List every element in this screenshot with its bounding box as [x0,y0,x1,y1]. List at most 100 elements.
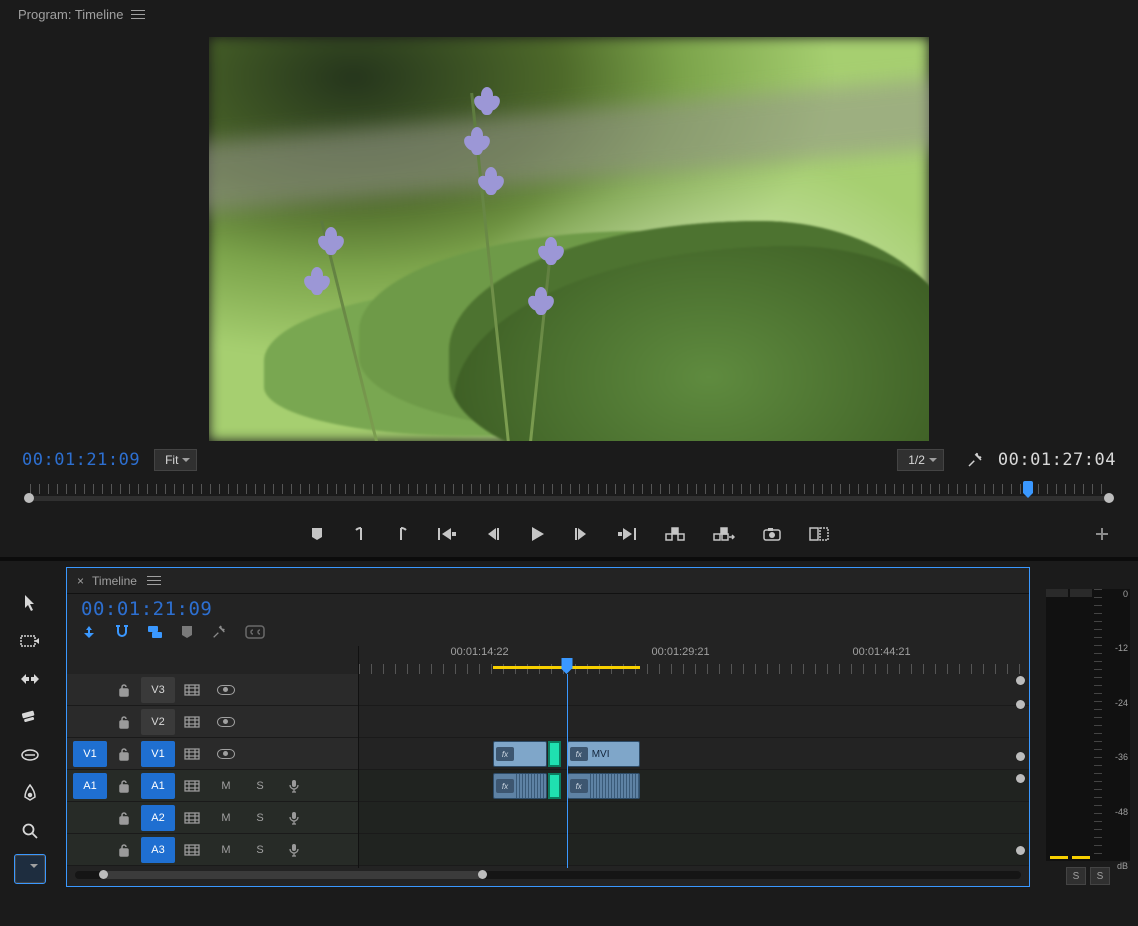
track-target[interactable]: A3 [141,837,175,863]
razor-tool[interactable] [15,703,45,731]
go-to-in-button[interactable] [437,527,457,541]
timeline-ruler[interactable]: 00:01:14:2200:01:29:2100:01:44:21 [359,646,1029,674]
lock-track-button[interactable] [107,843,141,857]
source-patch[interactable]: V1 [73,741,107,767]
track-row[interactable] [359,706,1029,738]
zoom-level-select[interactable]: Fit [154,449,197,471]
track-row[interactable] [359,738,1029,770]
play-button[interactable] [529,526,545,542]
hscroll-zoom-right[interactable] [478,870,487,879]
lock-track-button[interactable] [107,811,141,825]
sync-lock-button[interactable] [175,780,209,792]
add-marker-button[interactable] [309,526,325,542]
lift-button[interactable] [665,527,685,541]
timeline-settings-button[interactable] [211,624,227,640]
captions-toggle[interactable] [245,625,265,639]
markers-toggle[interactable] [181,625,193,639]
toggle-track-output[interactable] [209,717,243,727]
sync-lock-button[interactable] [175,748,209,760]
playhead-line[interactable] [567,674,568,868]
sync-lock-button[interactable] [175,812,209,824]
lock-track-button[interactable] [107,747,141,761]
insert-nest-toggle[interactable] [81,625,97,639]
mute-button[interactable]: M [209,780,243,792]
vscroll-marker[interactable] [1016,846,1025,855]
solo-left-button[interactable]: S [1066,867,1086,885]
timeline-timecode[interactable]: 00:01:21:09 [81,598,212,620]
toggle-track-output[interactable] [209,685,243,695]
go-to-out-button[interactable] [617,527,637,541]
zoom-tool[interactable] [15,817,45,845]
video-clip[interactable]: fx [493,741,547,767]
pen-tool[interactable] [15,779,45,807]
source-patch[interactable] [73,677,107,703]
track-target[interactable]: A2 [141,805,175,831]
source-patch[interactable] [73,837,107,863]
step-back-button[interactable] [485,527,501,541]
settings-wrench-icon[interactable] [966,451,984,469]
timeline-panel-menu[interactable] [145,572,163,589]
track-target[interactable]: V1 [141,741,175,767]
source-patch[interactable] [73,805,107,831]
lock-track-button[interactable] [107,683,141,697]
track-select-tool[interactable] [15,627,45,655]
edit-point-marker[interactable] [548,773,561,799]
program-playhead[interactable] [1023,481,1033,493]
audio-clip[interactable]: fx [493,773,547,799]
video-clip[interactable]: fxMVI [567,741,641,767]
sync-lock-button[interactable] [175,716,209,728]
scrubber-zoom-left[interactable] [24,493,34,503]
track-row[interactable] [359,770,1029,802]
track-target[interactable]: V3 [141,677,175,703]
program-panel-menu[interactable] [129,6,147,23]
vscroll-marker[interactable] [1016,700,1025,709]
vscroll-marker[interactable] [1016,774,1025,783]
solo-button[interactable]: S [243,844,277,856]
track-target[interactable]: V2 [141,709,175,735]
track-target[interactable]: A1 [141,773,175,799]
solo-button[interactable]: S [243,780,277,792]
voiceover-record-button[interactable] [277,843,311,857]
program-scrubber[interactable] [22,481,1116,511]
playback-resolution-select[interactable]: 1/2 [897,449,944,471]
timeline-hscroll[interactable] [75,871,1021,879]
edit-point-marker[interactable] [548,741,561,767]
track-row[interactable] [359,834,1029,866]
selection-tool[interactable] [15,589,45,617]
slip-tool[interactable] [15,741,45,769]
mute-button[interactable]: M [209,812,243,824]
source-patch[interactable] [73,709,107,735]
timeline-tab-label[interactable]: Timeline [92,574,137,588]
export-frame-button[interactable] [763,527,781,541]
track-row[interactable] [359,802,1029,834]
solo-right-button[interactable]: S [1090,867,1110,885]
audio-clip[interactable]: fx [567,773,641,799]
linked-selection-toggle[interactable] [147,625,163,639]
program-timecode-in[interactable]: 00:01:21:09 [22,450,140,470]
lock-track-button[interactable] [107,779,141,793]
program-monitor-video[interactable] [209,37,929,441]
solo-button[interactable]: S [243,812,277,824]
mark-in-button[interactable] [353,526,367,542]
sync-lock-button[interactable] [175,684,209,696]
source-patch[interactable]: A1 [73,773,107,799]
lock-track-button[interactable] [107,715,141,729]
mute-button[interactable]: M [209,844,243,856]
timeline-playhead[interactable] [561,658,572,669]
track-row[interactable] [359,674,1029,706]
vscroll-marker[interactable] [1016,752,1025,761]
button-editor[interactable] [1094,526,1110,542]
scrubber-zoom-right[interactable] [1104,493,1114,503]
extract-button[interactable] [713,527,735,541]
mark-out-button[interactable] [395,526,409,542]
toggle-track-output[interactable] [209,749,243,759]
sync-lock-button[interactable] [175,844,209,856]
type-tool[interactable] [15,855,45,883]
ripple-edit-tool[interactable] [15,665,45,693]
timeline-tab-close[interactable]: × [77,574,84,588]
timeline-track-area[interactable]: fxfxMVIfxfx [359,674,1029,868]
step-forward-button[interactable] [573,527,589,541]
voiceover-record-button[interactable] [277,811,311,825]
vscroll-marker[interactable] [1016,676,1025,685]
comparison-view-button[interactable] [809,527,829,541]
